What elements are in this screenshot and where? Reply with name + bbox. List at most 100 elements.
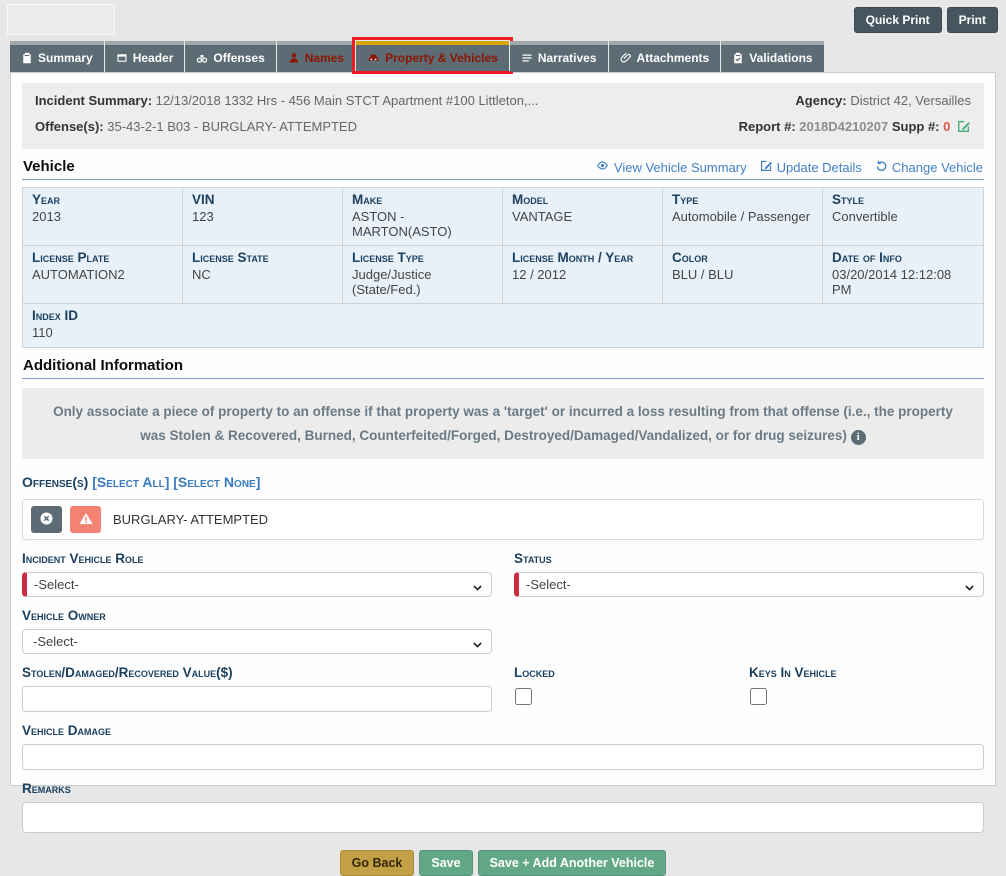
vehicle-section-header: Vehicle View Vehicle Summary Update Deta… <box>22 149 984 180</box>
tab-label: Attachments <box>637 51 710 65</box>
incident-vehicle-role-field: Incident Vehicle Role -Select- <box>22 540 492 597</box>
info-icon[interactable]: i <box>851 430 866 445</box>
action-label: View Vehicle Summary <box>614 160 747 175</box>
deselect-offense-button[interactable] <box>31 506 62 533</box>
tab-validations[interactable]: Validations <box>721 41 823 72</box>
offenses-select-label: Offense(s) <box>22 474 88 490</box>
association-notice: Only associate a piece of property to an… <box>22 388 984 459</box>
tab-header[interactable]: Header <box>105 41 185 72</box>
person-icon <box>288 52 300 64</box>
tab-label: Narratives <box>538 51 597 65</box>
car-icon <box>367 52 380 64</box>
paperclip-icon <box>620 52 632 64</box>
logo-placeholder <box>7 4 115 35</box>
circle-x-icon <box>39 511 54 529</box>
locked-field: Locked <box>514 654 749 712</box>
print-button-group: Quick Print Print <box>854 7 998 33</box>
offenses-value: 35-43-2-1 B03 - BURGLARY- ATTEMPTED <box>107 119 357 134</box>
offense-item-label: BURGLARY- ATTEMPTED <box>113 512 268 527</box>
tab-label: Header <box>133 51 174 65</box>
supp-number-label: Supp #: <box>892 119 940 134</box>
tab-label: Validations <box>749 51 812 65</box>
warning-triangle-icon <box>78 511 94 529</box>
vehicle-owner-label: Vehicle Owner <box>22 608 492 623</box>
save-add-another-vehicle-button[interactable]: Save + Add Another Vehicle <box>478 850 667 876</box>
report-number-value: 2018D4210207 <box>799 119 888 134</box>
action-label: Change Vehicle <box>892 160 983 175</box>
tab-narratives[interactable]: Narratives <box>510 41 608 72</box>
vehicle-section-title: Vehicle <box>23 158 75 175</box>
incident-summary-strip: Incident Summary: 12/13/2018 1332 Hrs - … <box>22 83 984 149</box>
view-vehicle-summary-link[interactable]: View Vehicle Summary <box>595 159 747 175</box>
status-label: Status <box>514 551 984 566</box>
vehicle-damage-field: Vehicle Damage <box>22 723 984 770</box>
vehicle-field-license-month-year: License Month / Year 12 / 2012 <box>503 246 663 304</box>
tab-bar: Summary Header Offenses Names Property &… <box>0 38 1006 72</box>
notice-text: Only associate a piece of property to an… <box>53 404 953 443</box>
additional-info-header: Additional Information <box>22 348 984 379</box>
go-back-button[interactable]: Go Back <box>340 850 415 876</box>
incident-vehicle-role-select[interactable]: -Select- <box>22 572 492 597</box>
offense-select-row: Offense(s) [Select All] [Select None] <box>22 474 984 490</box>
remarks-input[interactable] <box>22 802 984 833</box>
vehicle-field-color: Color BLU / BLU <box>663 246 823 304</box>
vehicle-field-style: Style Convertible <box>823 188 983 246</box>
vehicle-damage-label: Vehicle Damage <box>22 723 984 738</box>
status-select[interactable]: -Select- <box>514 572 984 597</box>
offense-warning-button[interactable] <box>70 506 101 533</box>
edit-square-icon <box>760 159 773 175</box>
incident-summary-value: 12/13/2018 1332 Hrs - 456 Main STCT Apar… <box>156 93 539 108</box>
quick-print-button[interactable]: Quick Print <box>854 7 942 33</box>
clipboard-icon <box>21 52 33 64</box>
vehicle-field-index-id: Index ID 110 <box>23 304 983 347</box>
select-none-link[interactable]: [Select None] <box>173 474 260 490</box>
tab-label: Summary <box>38 51 93 65</box>
list-icon <box>521 52 533 64</box>
main-panel: Incident Summary: 12/13/2018 1332 Hrs - … <box>10 72 996 786</box>
status-field: Status -Select- <box>514 540 984 597</box>
supp-number-value: 0 <box>943 119 950 134</box>
vehicle-field-model: Model VANTAGE <box>503 188 663 246</box>
save-button[interactable]: Save <box>419 850 472 876</box>
update-details-link[interactable]: Update Details <box>760 159 862 175</box>
tab-property-vehicles[interactable]: Property & Vehicles <box>356 41 509 72</box>
top-bar: Quick Print Print <box>0 0 1006 38</box>
change-vehicle-link[interactable]: Change Vehicle <box>875 159 983 175</box>
keys-in-vehicle-label: Keys In Vehicle <box>749 665 984 680</box>
vehicle-field-license-state: License State NC <box>183 246 343 304</box>
stolen-value-field: Stolen/Damaged/Recovered Value($) <box>22 654 492 712</box>
locked-checkbox[interactable] <box>515 688 532 705</box>
vehicle-field-license-type: License Type Judge/Justice (State/Fed.) <box>343 246 503 304</box>
vehicle-owner-field: Vehicle Owner -Select- <box>22 597 492 654</box>
vehicle-details-table: Year 2013 VIN 123 Make ASTON - MARTON(AS… <box>22 187 984 348</box>
tab-label: Offenses <box>213 51 264 65</box>
agency-label: Agency: <box>795 93 846 108</box>
remarks-field: Remarks <box>22 781 984 833</box>
vehicle-actions: View Vehicle Summary Update Details Chan… <box>595 159 983 175</box>
vehicle-field-type: Type Automobile / Passenger <box>663 188 823 246</box>
keys-in-vehicle-field: Keys In Vehicle <box>749 654 984 712</box>
incident-vehicle-role-label: Incident Vehicle Role <box>22 551 492 566</box>
footer-button-group: Go Back Save Save + Add Another Vehicle <box>22 850 984 876</box>
keys-in-vehicle-checkbox[interactable] <box>750 688 767 705</box>
vehicle-field-license-plate: License Plate AUTOMATION2 <box>23 246 183 304</box>
action-label: Update Details <box>777 160 862 175</box>
incident-summary-label: Incident Summary: <box>35 93 152 108</box>
tab-offenses[interactable]: Offenses <box>185 41 275 72</box>
vehicle-field-vin: VIN 123 <box>183 188 343 246</box>
locked-label: Locked <box>514 665 749 680</box>
select-all-link[interactable]: [Select All] <box>92 474 169 490</box>
tab-label: Names <box>305 51 344 65</box>
stolen-value-input[interactable] <box>22 686 492 712</box>
window-icon <box>116 52 128 64</box>
handcuffs-icon <box>196 52 208 64</box>
edit-report-icon[interactable] <box>957 121 971 136</box>
agency-value: District 42, Versailles <box>850 93 971 108</box>
vehicle-field-year: Year 2013 <box>23 188 183 246</box>
vehicle-damage-input[interactable] <box>22 744 984 770</box>
tab-summary[interactable]: Summary <box>10 41 104 72</box>
vehicle-owner-select[interactable]: -Select- <box>22 629 492 654</box>
print-button[interactable]: Print <box>947 7 998 33</box>
tab-names[interactable]: Names <box>277 41 355 72</box>
tab-attachments[interactable]: Attachments <box>609 41 721 72</box>
